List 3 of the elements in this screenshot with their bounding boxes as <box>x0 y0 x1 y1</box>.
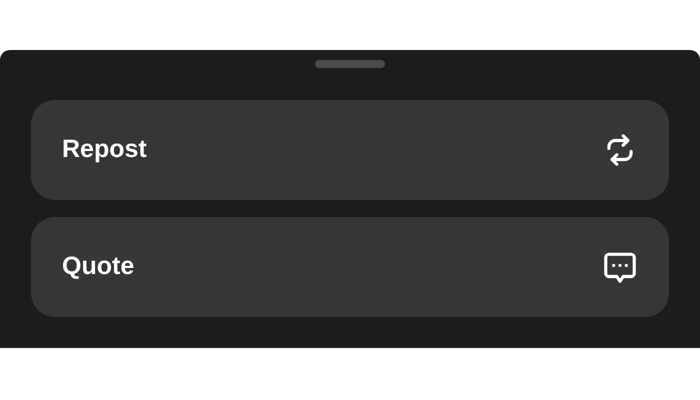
quote-button[interactable]: Quote <box>31 217 669 317</box>
drag-handle[interactable] <box>315 60 385 68</box>
repost-button[interactable]: Repost <box>31 100 669 200</box>
